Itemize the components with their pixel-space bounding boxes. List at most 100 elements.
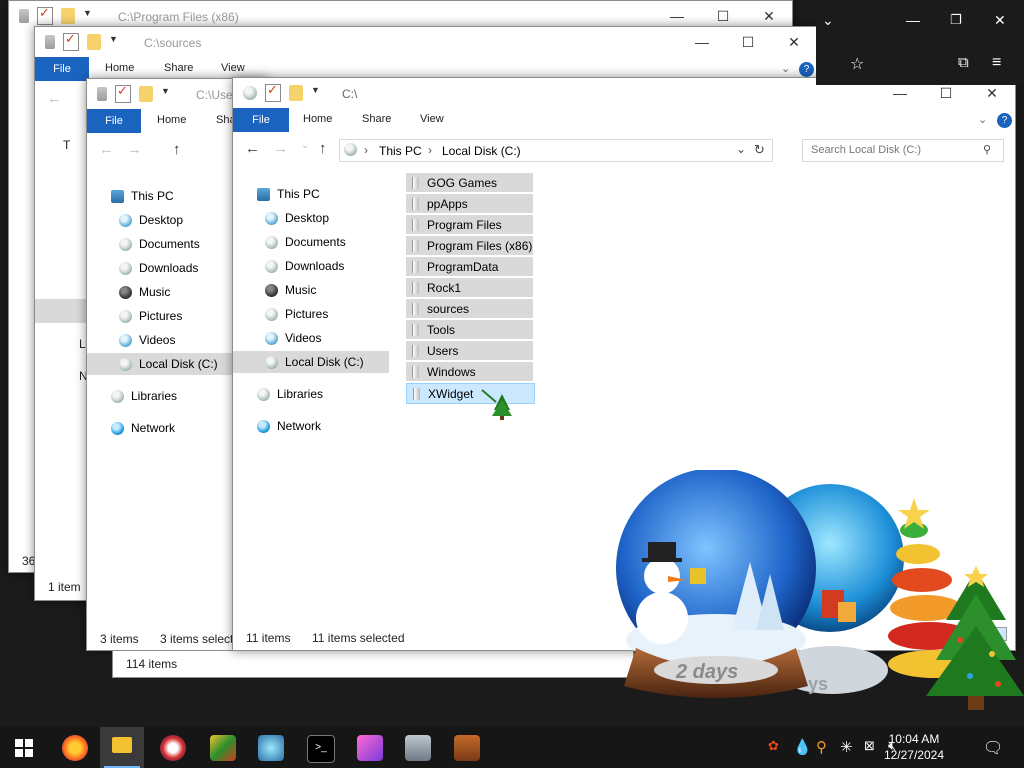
app-tools-icon[interactable] bbox=[258, 735, 284, 761]
close-button[interactable]: ✕ bbox=[969, 82, 1015, 104]
nav-item-network[interactable]: Network bbox=[111, 417, 175, 439]
close-button[interactable]: ✕ bbox=[771, 31, 817, 53]
tab-file[interactable]: File bbox=[87, 109, 141, 133]
nav-item-music[interactable]: Music bbox=[265, 279, 316, 301]
chevron-down-icon[interactable]: ▼ bbox=[83, 8, 93, 24]
list-item[interactable]: Rock1 bbox=[406, 278, 533, 297]
nav-item-videos[interactable]: Videos bbox=[119, 329, 175, 351]
nav-item-music[interactable]: Music bbox=[119, 281, 170, 303]
list-item[interactable]: ProgramData bbox=[406, 257, 533, 276]
tab-view[interactable]: View bbox=[420, 113, 444, 125]
new-folder-icon[interactable] bbox=[289, 85, 303, 101]
nav-item-desktop[interactable]: Desktop bbox=[265, 207, 329, 229]
tab-home[interactable]: Home bbox=[303, 113, 332, 125]
tab-home[interactable]: Home bbox=[105, 62, 134, 74]
tray-app-icon[interactable]: ✿ bbox=[768, 738, 779, 754]
forward-arrow-icon[interactable]: → bbox=[273, 140, 288, 157]
nav-item-desktop[interactable]: Desktop bbox=[119, 209, 183, 231]
network-status-icon[interactable]: ⊠ bbox=[864, 738, 875, 754]
list-item[interactable]: Program Files bbox=[406, 215, 533, 234]
properties-icon[interactable] bbox=[37, 5, 53, 25]
chevron-down-icon[interactable]: ⌄ bbox=[822, 12, 834, 29]
app-box-icon[interactable] bbox=[454, 735, 480, 761]
nav-item-network[interactable]: Network bbox=[257, 415, 321, 437]
back-arrow-icon[interactable]: ← bbox=[99, 141, 114, 158]
minimize-button[interactable]: — bbox=[877, 82, 923, 104]
breadcrumb-local-disk[interactable]: Local Disk (C:) bbox=[442, 144, 521, 158]
tab-file[interactable]: File bbox=[233, 108, 289, 132]
list-item[interactable]: Windows bbox=[406, 362, 533, 381]
up-arrow-icon[interactable]: ↑ bbox=[173, 141, 181, 158]
tab-share[interactable]: Share bbox=[164, 62, 193, 74]
help-icon[interactable]: ? bbox=[799, 62, 814, 77]
list-item[interactable]: ppApps bbox=[406, 194, 533, 213]
pin-icon[interactable] bbox=[97, 87, 107, 101]
search-icon[interactable]: ⚲ bbox=[983, 140, 991, 161]
nav-item-libraries[interactable]: Libraries bbox=[111, 385, 177, 407]
tab-home[interactable]: Home bbox=[157, 114, 186, 126]
new-folder-icon[interactable] bbox=[139, 86, 153, 102]
list-item[interactable]: Tools bbox=[406, 320, 533, 339]
maximize-button[interactable]: ☐ bbox=[700, 5, 746, 27]
nav-item-documents[interactable]: Documents bbox=[119, 233, 200, 255]
bookmark-star-icon[interactable]: ☆ bbox=[850, 54, 864, 74]
file-explorer-taskbar-button[interactable] bbox=[100, 727, 144, 768]
nav-item-videos[interactable]: Videos bbox=[265, 327, 321, 349]
properties-icon[interactable] bbox=[265, 82, 281, 102]
address-bar[interactable]: › This PC › Local Disk (C:) ⌄ ↻ bbox=[339, 139, 773, 162]
properties-icon[interactable] bbox=[115, 83, 131, 103]
nav-item-documents[interactable]: Documents bbox=[265, 231, 346, 253]
minimize-button[interactable]: — bbox=[679, 31, 725, 53]
dropbox-icon[interactable]: 💧 bbox=[793, 738, 812, 756]
chevron-down-icon[interactable]: ▼ bbox=[109, 34, 119, 50]
app-gallery-icon[interactable] bbox=[405, 735, 431, 761]
tab-file[interactable]: File bbox=[35, 57, 89, 81]
list-item[interactable]: Users bbox=[406, 341, 533, 360]
close-button[interactable]: ✕ bbox=[994, 12, 1006, 29]
address-dropdown-icon[interactable]: ⌄ bbox=[736, 142, 746, 156]
notification-icon[interactable]: 🗨︎ bbox=[983, 738, 1003, 758]
terminal-icon[interactable]: >_ bbox=[307, 735, 335, 763]
pin-icon[interactable] bbox=[19, 9, 29, 23]
tab-share[interactable]: Share bbox=[362, 113, 391, 125]
minimize-button[interactable]: — bbox=[654, 5, 700, 27]
title-bar[interactable]: ▼ C:\sources — ☐ ✕ bbox=[35, 27, 817, 57]
app-game-icon[interactable] bbox=[210, 735, 236, 761]
snowflake-icon[interactable]: ✳ bbox=[840, 738, 853, 756]
nav-item-this-pc[interactable]: This PC bbox=[111, 185, 174, 207]
menu-icon[interactable]: ≡ bbox=[992, 54, 1001, 72]
list-item[interactable]: sources bbox=[406, 299, 533, 318]
back-arrow-icon[interactable]: ← bbox=[245, 140, 260, 157]
nav-item-downloads[interactable]: Downloads bbox=[265, 255, 344, 277]
clock[interactable]: 10:04 AM 12/27/2024 bbox=[884, 731, 944, 763]
nav-item-downloads[interactable]: Downloads bbox=[119, 257, 198, 279]
recent-locations-icon[interactable]: ⌄ bbox=[301, 140, 309, 151]
list-item[interactable]: GOG Games bbox=[406, 173, 533, 192]
back-arrow-icon[interactable]: ← bbox=[47, 90, 62, 107]
refresh-icon[interactable]: ↻ bbox=[754, 142, 765, 158]
forward-arrow-icon[interactable]: → bbox=[127, 141, 142, 158]
search-input[interactable]: Search Local Disk (C:) ⚲ bbox=[802, 139, 1004, 162]
app-pink-icon[interactable] bbox=[357, 735, 383, 761]
properties-icon[interactable] bbox=[63, 31, 79, 51]
chevron-down-icon[interactable]: ▼ bbox=[161, 86, 171, 102]
nav-item-local-disk[interactable]: Local Disk (C:) bbox=[233, 351, 389, 373]
help-icon[interactable]: ? bbox=[997, 113, 1012, 128]
extensions-icon[interactable]: ⧉ bbox=[958, 54, 969, 71]
app-mascot-icon[interactable] bbox=[160, 735, 186, 761]
new-folder-icon[interactable] bbox=[87, 34, 101, 50]
nav-item-pictures[interactable]: Pictures bbox=[119, 305, 182, 327]
minimize-button[interactable]: — bbox=[906, 12, 920, 28]
start-icon[interactable] bbox=[15, 739, 33, 757]
restore-button[interactable]: ❐ bbox=[950, 12, 962, 28]
pin-icon[interactable] bbox=[45, 35, 55, 49]
chevron-down-icon[interactable]: ▼ bbox=[311, 85, 321, 101]
new-folder-icon[interactable] bbox=[61, 8, 75, 24]
list-item[interactable]: Program Files (x86) bbox=[406, 236, 533, 255]
nav-item-pictures[interactable]: Pictures bbox=[265, 303, 328, 325]
nav-item-libraries[interactable]: Libraries bbox=[257, 383, 323, 405]
nav-item-this-pc[interactable]: This PC bbox=[257, 183, 320, 205]
collapse-ribbon-icon[interactable]: ⌄ bbox=[781, 62, 790, 75]
tab-view[interactable]: View bbox=[221, 62, 245, 74]
close-button[interactable]: ✕ bbox=[746, 5, 792, 27]
